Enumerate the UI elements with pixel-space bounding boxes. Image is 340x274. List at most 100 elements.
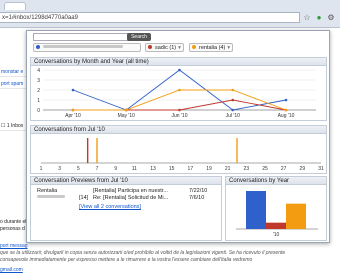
view-all-link[interactable]: [View all 2 conversations]: [79, 204, 141, 211]
x-tick-label: 7: [96, 166, 99, 172]
day-chart-panel: 1 3 5 7 9 11 13 15 17 19 21 23 25 27 29 31: [30, 134, 327, 174]
x-tick-label: 3: [58, 166, 61, 172]
url-text: x=1#inbox/1298d4770a0aa9: [2, 15, 78, 21]
previews-table: Rentalia [Rentalia] Participa en nuestr.…: [35, 188, 221, 202]
wrench-icon[interactable]: ⚙: [326, 12, 336, 23]
bg-bottom-3: consapevole immediatamente per espresso …: [0, 257, 253, 263]
bar: [266, 222, 286, 229]
month-chart-header: Conversations by Month and Year (all tim…: [30, 57, 327, 66]
day-chart: 1 3 5 7 9 11 13 15 17 19 21 23 25 27 29 31: [40, 138, 324, 172]
year-chart: '10: [236, 191, 318, 238]
preview-row[interactable]: Rentalia [Rentalia] Participa en nuestr.…: [35, 188, 221, 195]
x-tick-label: 15: [169, 166, 175, 172]
y-tick-label: 0: [37, 108, 40, 114]
preview-count: [77, 188, 91, 195]
extension-icon[interactable]: ●: [314, 12, 324, 23]
chip-blurred[interactable]: [33, 43, 141, 52]
year-chart-header: Conversations by Year: [225, 176, 327, 185]
bg-text-1: o durante el: [0, 219, 26, 225]
month-chart: 0 1 2 3 4 Apr '10 May '10 Jun '10 Jul '10 Aug '10: [37, 68, 316, 119]
series-line: [73, 99, 287, 111]
chip-dot: [148, 45, 152, 49]
x-tick-label: 31: [318, 166, 324, 172]
x-tick-label: Apr '10: [65, 113, 81, 119]
x-tick-label: 19: [206, 166, 212, 172]
x-tick-label: Aug '10: [278, 113, 295, 119]
preview-date: 7/22/10: [189, 188, 208, 194]
chip-dropdown-icon[interactable]: ▾: [227, 45, 230, 51]
chip-rentalia[interactable]: rentalia (4) ▾: [189, 43, 234, 52]
chip-label: sadic: [155, 45, 168, 51]
x-tick-label: 23: [244, 166, 250, 172]
data-point: [124, 108, 128, 112]
data-point: [231, 88, 235, 92]
x-tick-label: 9: [114, 166, 117, 172]
x-tick-label: 29: [300, 166, 306, 172]
x-tick-label: 17: [188, 166, 194, 172]
chip-sadic[interactable]: sadic (1) ▾: [145, 43, 184, 52]
x-tick-label: '10: [273, 232, 280, 238]
previews-panel: Rentalia [Rentalia] Participa en nuestr.…: [30, 185, 222, 241]
bar: [86, 138, 89, 163]
x-tick-label: 5: [77, 166, 80, 172]
x-tick-label: Jul '10: [226, 113, 241, 119]
chip-label: rentalia: [199, 45, 218, 51]
star-icon[interactable]: ☆: [302, 12, 312, 23]
x-tick-label: May '10: [118, 113, 136, 119]
preview-row[interactable]: [14] Re: [Rentalia] Solicitud de Mi... 7…: [35, 195, 221, 202]
bar: [246, 191, 266, 229]
bg-text-2: personas d: [0, 226, 25, 232]
preview-date: 7/6/10: [189, 195, 205, 201]
data-point: [284, 108, 288, 112]
data-point: [178, 68, 181, 72]
x-tick-label: 27: [281, 166, 287, 172]
x-tick-label: 11: [132, 166, 137, 172]
year-chart-panel: '10: [225, 185, 327, 241]
bg-bottom-4[interactable]: gmail.com: [0, 267, 40, 273]
preview-subject[interactable]: [Rentalia] Participa en nuestr...: [91, 188, 187, 195]
label-chips: sadic (1) ▾ rentalia (4) ▾: [33, 43, 325, 53]
data-point: [284, 98, 288, 102]
bar: [286, 203, 306, 229]
stats-popup: Search sadic (1) ▾ rentalia (4) ▾ Conversa…: [26, 30, 330, 243]
preview-from-blurred: [35, 195, 77, 202]
search-button[interactable]: Search: [127, 33, 151, 41]
y-tick-label: 4: [37, 68, 40, 74]
chip-dot: [36, 45, 40, 49]
data-point: [231, 108, 235, 112]
x-tick-label: 21: [225, 166, 231, 172]
preview-from-blur: [37, 195, 65, 198]
y-tick-label: 2: [37, 88, 40, 94]
preview-subject[interactable]: Re: [Rentalia] Solicitud de Mi...: [91, 195, 187, 202]
bg-bottom-1[interactable]: port messag: [0, 243, 40, 249]
bar: [96, 138, 98, 163]
data-point: [231, 98, 235, 102]
data-point: [178, 88, 181, 92]
x-tick-label: 25: [262, 166, 268, 172]
chip-label-blurred: [43, 45, 123, 48]
day-chart-header: Conversations from Jul '10: [30, 125, 327, 134]
chip-count: (1): [169, 45, 177, 51]
bg-bottom-2: que se la utilizzarii; divulgarli in cop…: [0, 250, 286, 256]
bg-row-3-label: Inbox: [11, 123, 24, 129]
preview-count: [14]: [79, 195, 89, 201]
chip-dot: [192, 45, 196, 49]
x-tick-label: Jun '10: [172, 113, 188, 119]
search-row: Search: [33, 33, 325, 41]
browser-toolbar: x=1#inbox/1298d4770a0aa9 ☆ ● ⚙: [0, 0, 340, 28]
chip-count: (4): [218, 45, 226, 51]
x-tick-label: 13: [150, 166, 156, 172]
chip-dropdown-icon[interactable]: ▾: [178, 45, 181, 51]
preview-from: Rentalia: [37, 188, 58, 194]
address-bar[interactable]: x=1#inbox/1298d4770a0aa9: [0, 12, 300, 23]
bar: [236, 138, 238, 163]
month-chart-panel: 0 1 2 3 4 Apr '10 May '10 Jun '10 Jul '10 Aug '10: [30, 66, 327, 121]
x-tick-label: 1: [40, 166, 43, 172]
previews-header: Conversation Previews from Jul '10: [30, 176, 222, 185]
data-point: [71, 108, 75, 112]
y-tick-label: 1: [37, 98, 40, 104]
browser-tab[interactable]: [4, 2, 26, 10]
data-point: [71, 88, 75, 92]
data-point: [178, 108, 181, 112]
y-tick-label: 3: [37, 78, 40, 84]
